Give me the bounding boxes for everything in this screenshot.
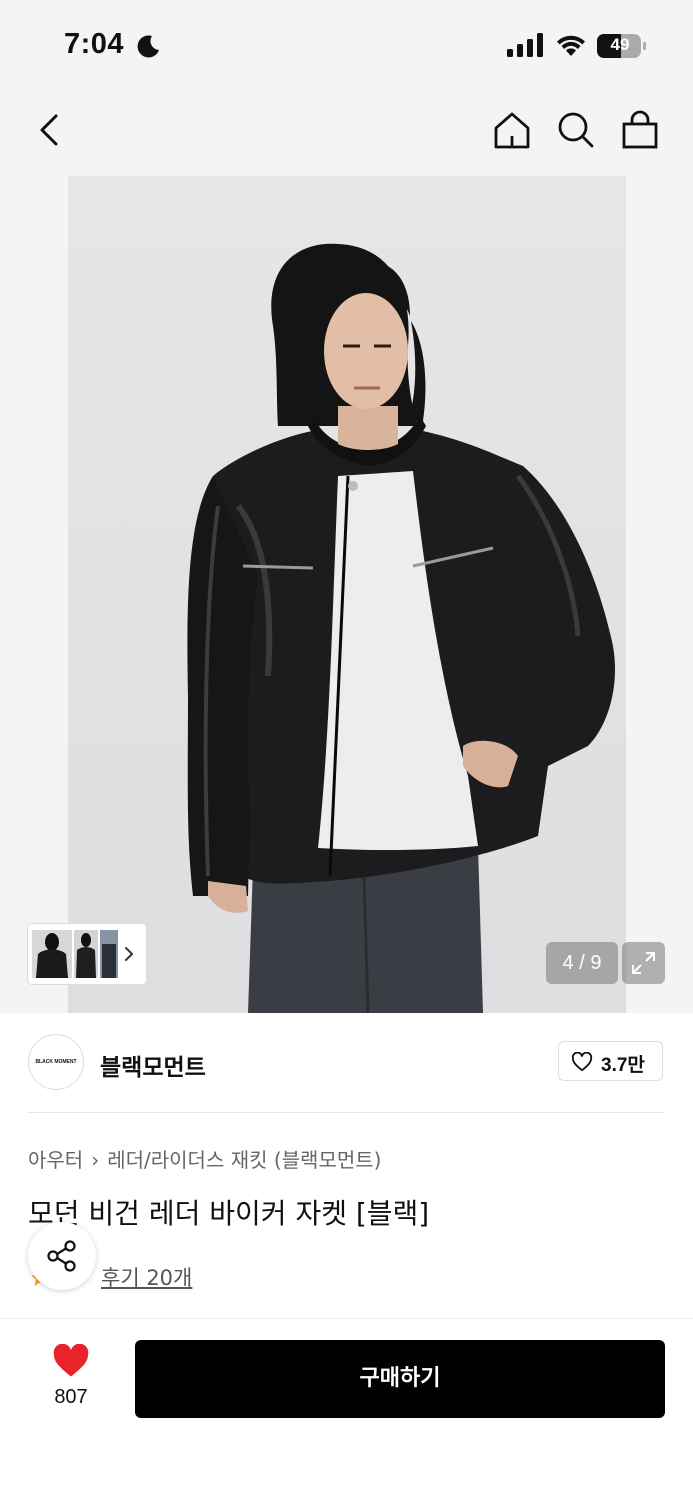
image-counter: 4 / 9 (546, 942, 618, 984)
battery-level: 49 (610, 35, 630, 54)
breadcrumb-chevron-icon: › (91, 1148, 100, 1172)
thumbnail-2[interactable] (74, 930, 98, 978)
chevron-right-icon[interactable] (122, 942, 136, 966)
heart-outline-icon (571, 1052, 593, 1072)
nav-bar (0, 100, 693, 160)
brand-name[interactable]: 블랙모먼트 (100, 1048, 206, 1082)
search-button[interactable] (554, 108, 598, 152)
brand-row: BLACK MOMENT 블랙모먼트 3.7만 (28, 1034, 665, 1092)
brand-logo-text: BLACK MOMENT (35, 1059, 77, 1065)
product-title: 모던 비건 레더 바이커 자켓 [블랙] (28, 1197, 430, 1230)
thumbnail-3[interactable] (100, 930, 118, 978)
model-illustration (187, 243, 616, 1013)
brand-like-count: 3.7만 (601, 1055, 645, 1076)
status-bar: 7:04 49 (0, 0, 693, 92)
review-link[interactable]: 후기 20개 (101, 1262, 192, 1292)
cart-button[interactable] (618, 108, 662, 152)
thumbnail-2-image (76, 933, 96, 978)
shopping-bag-icon (622, 110, 658, 149)
share-button[interactable] (28, 1222, 96, 1290)
product-image[interactable] (68, 176, 626, 1013)
wifi-icon (557, 35, 585, 56)
search-icon (558, 112, 594, 148)
breadcrumb-category[interactable]: 아우터 (28, 1148, 83, 1172)
divider (28, 1112, 665, 1113)
thumbnail-1-image (36, 933, 68, 978)
thumbnail-3-image (102, 944, 116, 978)
expand-button[interactable] (622, 942, 665, 984)
buy-button[interactable]: 구매하기 (135, 1340, 665, 1418)
status-time: 7:04 (64, 28, 125, 60)
back-button[interactable] (28, 108, 72, 152)
brand-like-button[interactable]: 3.7만 (558, 1041, 663, 1081)
cellular-signal-icon (507, 33, 543, 57)
home-button[interactable] (490, 108, 534, 152)
share-icon (47, 1240, 76, 1272)
expand-icon (632, 952, 655, 974)
home-icon (494, 112, 530, 149)
wishlist-button[interactable]: 807 (30, 1340, 112, 1420)
heart-filled-icon (53, 1344, 89, 1377)
breadcrumb-subcategory[interactable]: 레더/라이더스 재킷 (블랙모먼트) (107, 1148, 381, 1172)
brand-logo[interactable]: BLACK MOMENT (28, 1034, 84, 1090)
wishlist-count: 807 (54, 1386, 88, 1408)
moon-icon (137, 35, 159, 58)
breadcrumb: 아우터 › 레더/라이더스 재킷 (블랙모먼트) (28, 1144, 381, 1173)
chevron-left-icon (40, 114, 58, 146)
thumbnail-1[interactable] (32, 930, 72, 978)
